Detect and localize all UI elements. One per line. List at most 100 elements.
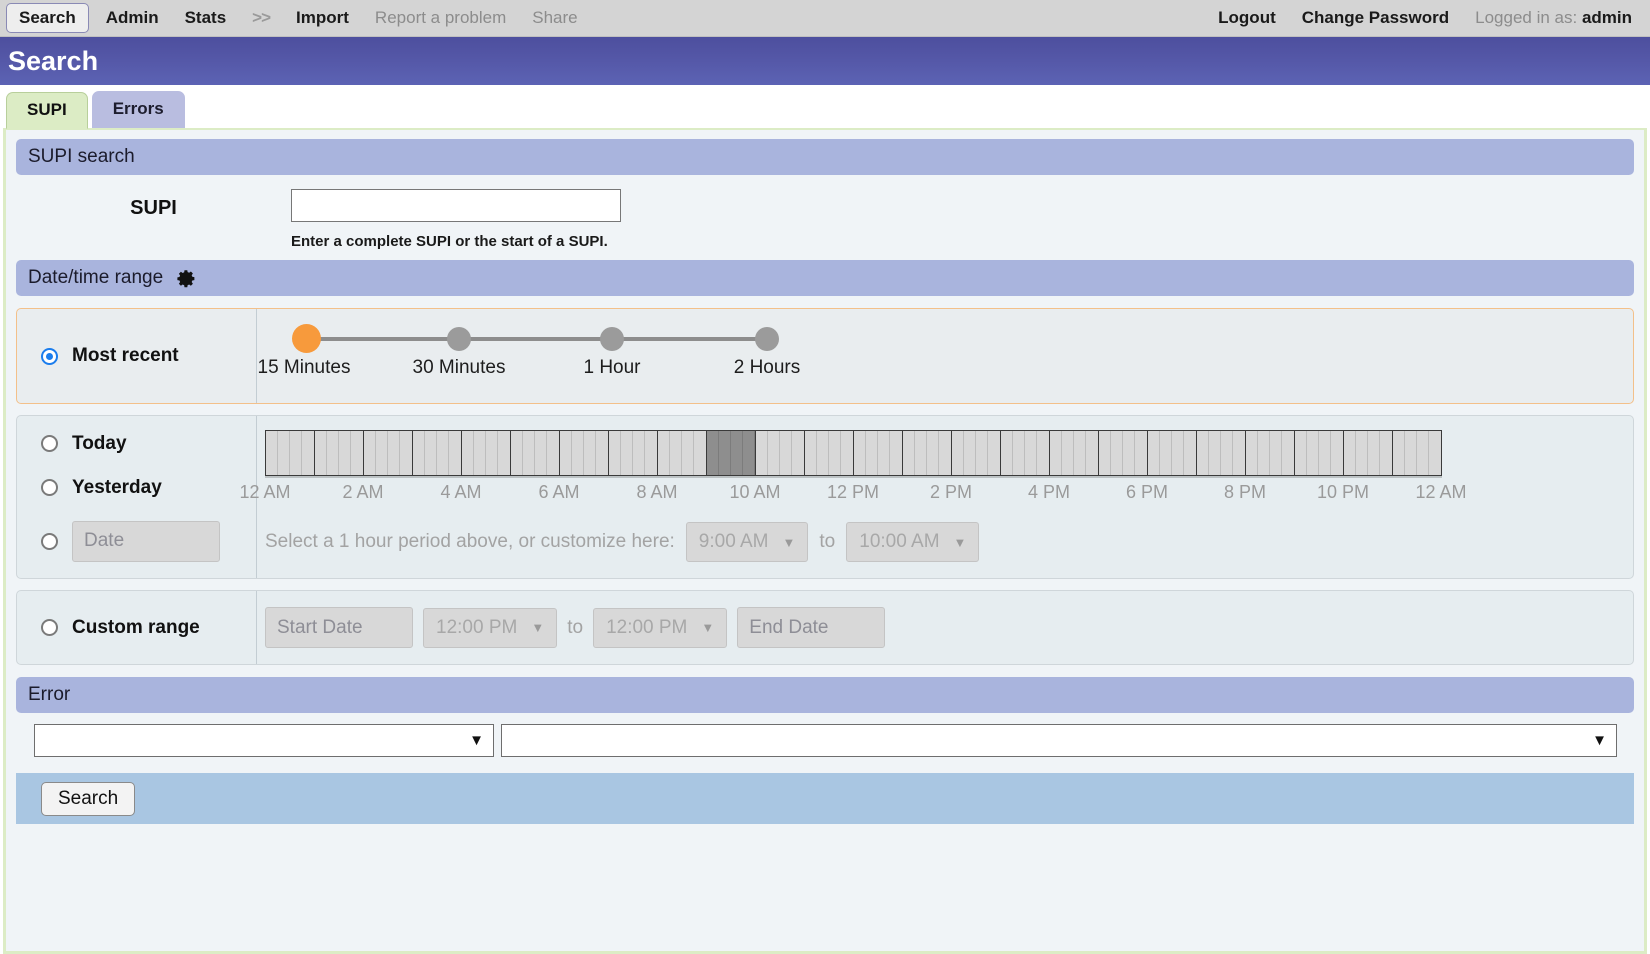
timeline-quarter[interactable] xyxy=(1062,431,1074,475)
timeline-hour-1[interactable] xyxy=(315,431,364,475)
timeline-quarter[interactable] xyxy=(756,431,768,475)
timeline-quarter[interactable] xyxy=(1001,431,1013,475)
timeline-quarter[interactable] xyxy=(327,431,339,475)
timeline-quarter[interactable] xyxy=(1037,431,1049,475)
timeline-quarter[interactable] xyxy=(780,431,792,475)
nav-item-admin[interactable]: Admin xyxy=(93,3,172,33)
timeline-quarter[interactable] xyxy=(829,431,841,475)
recency-dot-15-minutes[interactable] xyxy=(292,324,321,353)
timeline-quarter[interactable] xyxy=(1429,431,1441,475)
timeline-quarter[interactable] xyxy=(670,431,682,475)
timeline-quarter[interactable] xyxy=(1013,431,1025,475)
timeline-hour-20[interactable] xyxy=(1246,431,1295,475)
timeline-hour-7[interactable] xyxy=(609,431,658,475)
timeline-quarter[interactable] xyxy=(609,431,621,475)
timeline-quarter[interactable] xyxy=(1086,431,1098,475)
timeline-quarter[interactable] xyxy=(449,431,461,475)
timeline-quarter[interactable] xyxy=(682,431,694,475)
timeline-quarter[interactable] xyxy=(768,431,780,475)
timeline-quarter[interactable] xyxy=(278,431,290,475)
timeline-quarter[interactable] xyxy=(952,431,964,475)
supi-input[interactable] xyxy=(291,189,621,222)
timeline-hour-3[interactable] xyxy=(413,431,462,475)
timeline-quarter[interactable] xyxy=(1074,431,1086,475)
timeline-quarter[interactable] xyxy=(1380,431,1392,475)
timeline-hour-17[interactable] xyxy=(1099,431,1148,475)
timeline-hour-16[interactable] xyxy=(1050,431,1099,475)
radio-today[interactable] xyxy=(41,435,58,452)
timeline-quarter[interactable] xyxy=(792,431,804,475)
timeline-hour-12[interactable] xyxy=(854,431,903,475)
timeline-quarter[interactable] xyxy=(523,431,535,475)
timeline-quarter[interactable] xyxy=(927,431,939,475)
tab-errors[interactable]: Errors xyxy=(92,91,185,128)
timeline-quarter[interactable] xyxy=(1246,431,1258,475)
date-input[interactable]: Date xyxy=(72,521,220,562)
timeline-quarter[interactable] xyxy=(1172,431,1184,475)
timeline-quarter[interactable] xyxy=(1344,431,1356,475)
timeline-quarter[interactable] xyxy=(841,431,853,475)
radio-specific-date[interactable] xyxy=(41,533,58,550)
timeline-quarter[interactable] xyxy=(1356,431,1368,475)
timeline-quarter[interactable] xyxy=(547,431,559,475)
custom-range-radio-line[interactable]: Custom range xyxy=(41,617,256,639)
timeline-quarter[interactable] xyxy=(1307,431,1319,475)
timeline-quarter[interactable] xyxy=(743,431,755,475)
timeline-quarter[interactable] xyxy=(584,431,596,475)
timeline-quarter[interactable] xyxy=(376,431,388,475)
timeline-quarter[interactable] xyxy=(437,431,449,475)
nav-item-more-chevron[interactable]: >> xyxy=(239,3,283,33)
timeline-hour-0[interactable] xyxy=(266,431,315,475)
timeline-quarter[interactable] xyxy=(596,431,608,475)
timeline-quarter[interactable] xyxy=(498,431,510,475)
error-category-select[interactable]: ▼ xyxy=(34,724,494,757)
timeline-quarter[interactable] xyxy=(1135,431,1147,475)
timeline-quarter[interactable] xyxy=(1025,431,1037,475)
logout-link[interactable]: Logout xyxy=(1205,3,1289,33)
timeline-quarter[interactable] xyxy=(878,431,890,475)
timeline-quarter[interactable] xyxy=(988,431,1000,475)
recency-slider-track[interactable] xyxy=(304,337,767,341)
timeline-quarter[interactable] xyxy=(731,431,743,475)
timeline-quarter[interactable] xyxy=(866,431,878,475)
timeline-quarter[interactable] xyxy=(1258,431,1270,475)
timeline-quarter[interactable] xyxy=(719,431,731,475)
period-to-time-select[interactable]: 10:00 AM ▼ xyxy=(846,522,979,562)
timeline-hour-8[interactable] xyxy=(658,431,707,475)
radio-custom-range[interactable] xyxy=(41,619,58,636)
radio-most-recent[interactable] xyxy=(41,348,58,365)
recency-dot-30-minutes[interactable] xyxy=(447,327,471,351)
timeline-quarter[interactable] xyxy=(1099,431,1111,475)
custom-start-time-select[interactable]: 12:00 PM ▼ xyxy=(423,608,557,648)
timeline-quarter[interactable] xyxy=(1270,431,1282,475)
timeline-quarter[interactable] xyxy=(1123,431,1135,475)
timeline-quarter[interactable] xyxy=(302,431,314,475)
timeline-quarter[interactable] xyxy=(964,431,976,475)
timeline-quarter[interactable] xyxy=(1405,431,1417,475)
timeline-hour-22[interactable] xyxy=(1344,431,1393,475)
custom-start-date-input[interactable]: Start Date xyxy=(265,607,413,648)
timeline-quarter[interactable] xyxy=(1417,431,1429,475)
gear-icon[interactable] xyxy=(176,268,197,289)
change-password-link[interactable]: Change Password xyxy=(1289,3,1462,33)
nav-item-report-a-problem[interactable]: Report a problem xyxy=(362,3,519,33)
timeline-quarter[interactable] xyxy=(1184,431,1196,475)
timeline-hour-15[interactable] xyxy=(1001,431,1050,475)
timeline-quarter[interactable] xyxy=(572,431,584,475)
tab-supi[interactable]: SUPI xyxy=(6,92,88,129)
timeline-quarter[interactable] xyxy=(1368,431,1380,475)
custom-end-date-input[interactable]: End Date xyxy=(737,607,885,648)
most-recent-radio-line[interactable]: Most recent xyxy=(41,345,256,367)
timeline-quarter[interactable] xyxy=(854,431,866,475)
timeline-quarter[interactable] xyxy=(976,431,988,475)
timeline-quarter[interactable] xyxy=(1111,431,1123,475)
timeline-quarter[interactable] xyxy=(1282,431,1294,475)
custom-end-time-select[interactable]: 12:00 PM ▼ xyxy=(593,608,727,648)
timeline-quarter[interactable] xyxy=(633,431,645,475)
timeline-quarter[interactable] xyxy=(903,431,915,475)
timeline-hour-5[interactable] xyxy=(511,431,560,475)
timeline-quarter[interactable] xyxy=(351,431,363,475)
timeline-quarter[interactable] xyxy=(1295,431,1307,475)
nav-item-search[interactable]: Search xyxy=(6,3,89,33)
timeline-hour-23[interactable] xyxy=(1393,431,1441,475)
